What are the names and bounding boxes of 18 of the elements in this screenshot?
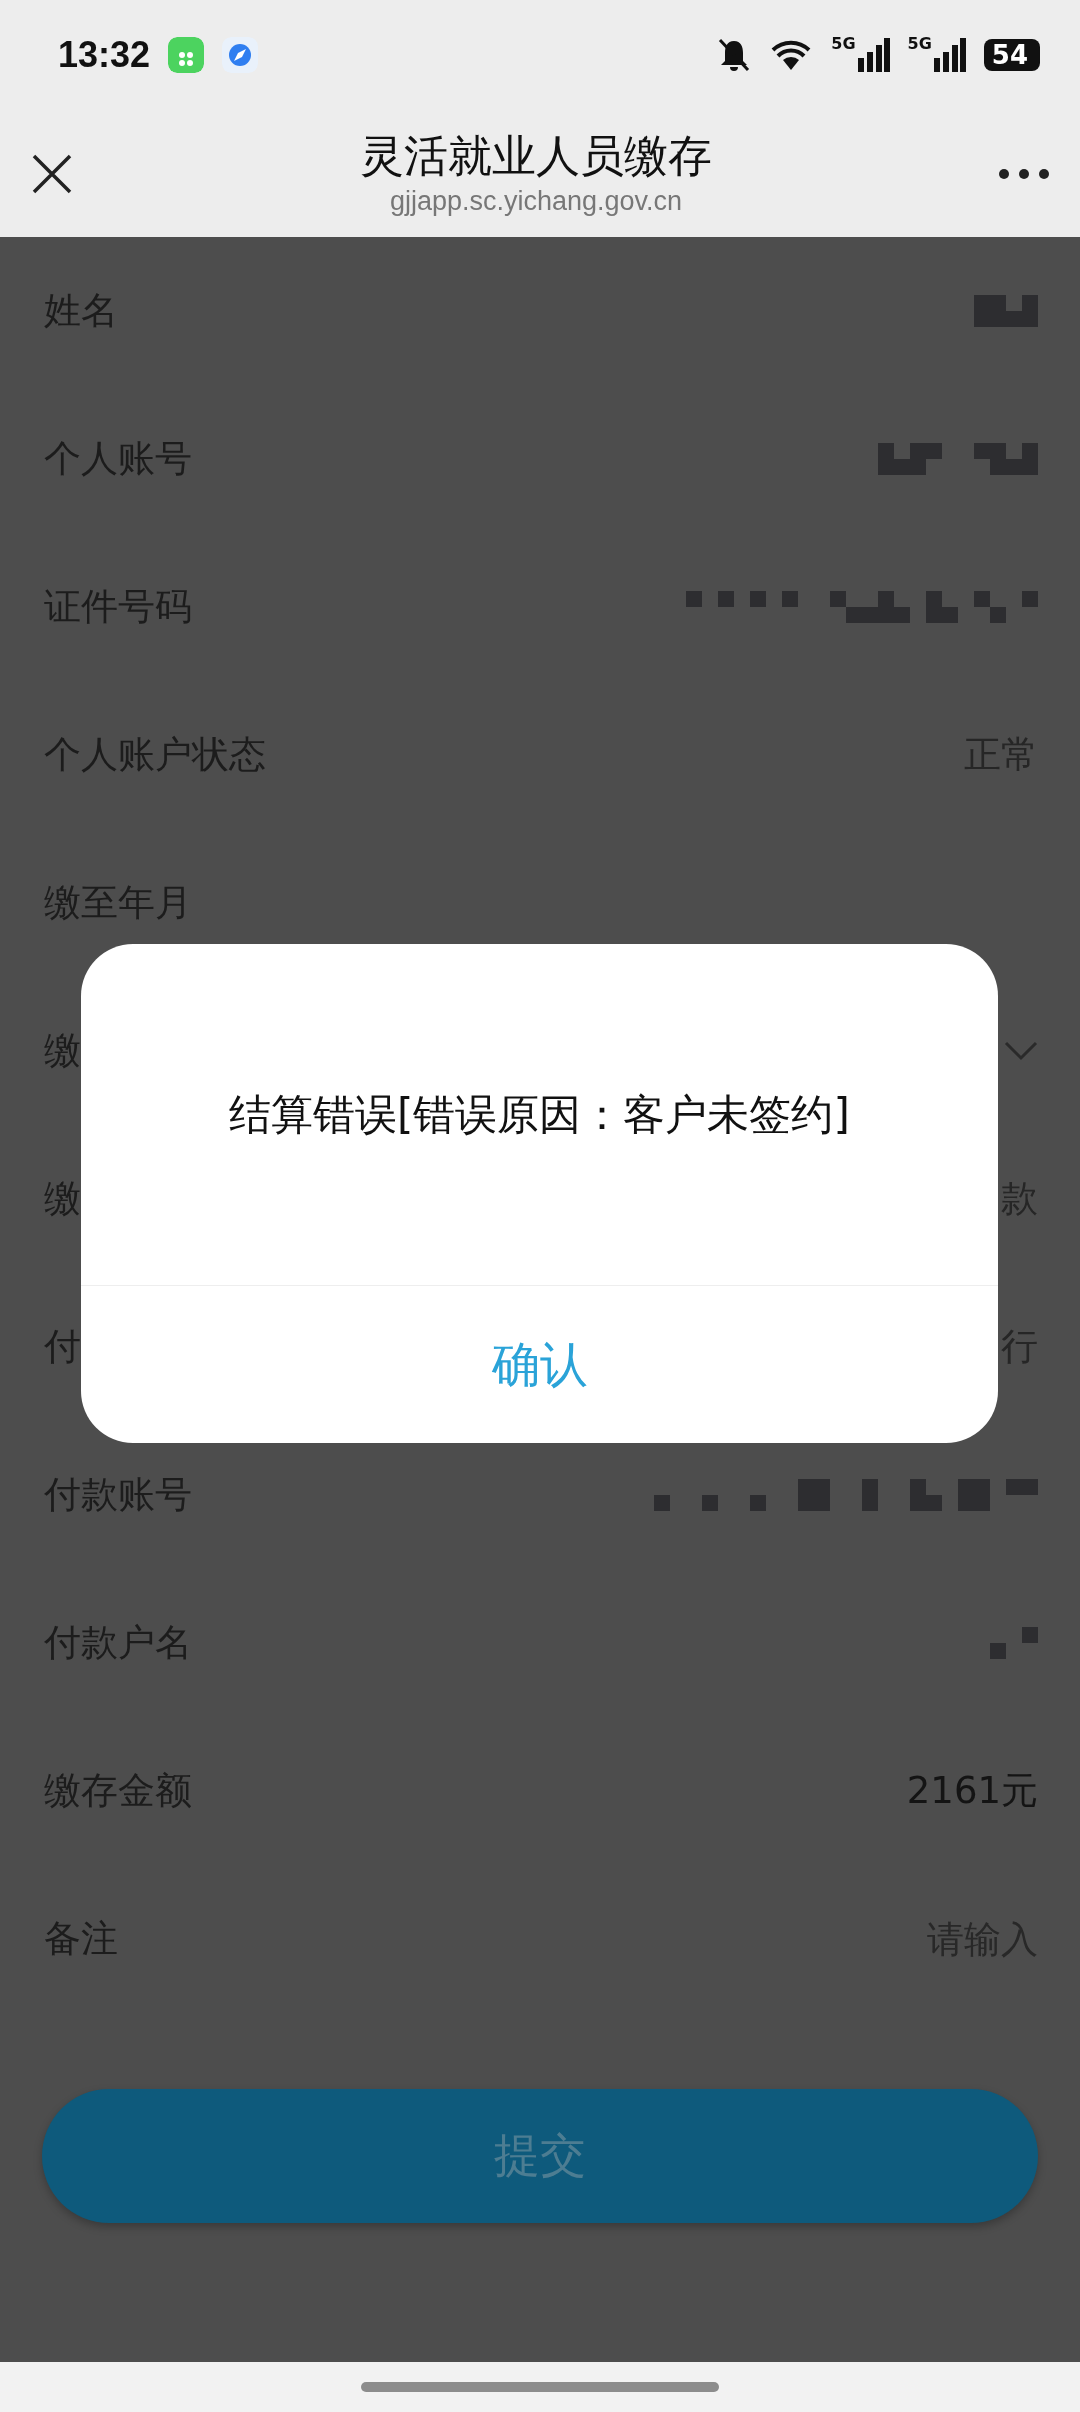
more-icon[interactable] bbox=[998, 167, 1050, 180]
network-type: 5G bbox=[831, 34, 856, 53]
page-url: gjjapp.sc.yichang.gov.cn bbox=[389, 186, 683, 218]
battery-level: 54 bbox=[983, 39, 1040, 71]
submit-button[interactable]: 提交 bbox=[42, 2089, 1038, 2223]
dialog-message: 结算错误[错误原因：客户未签约] bbox=[229, 1088, 850, 1141]
page-title: 灵活就业人员缴存 bbox=[360, 129, 712, 183]
redacted-mosaic bbox=[990, 1627, 1038, 1659]
field-value: 2161元 bbox=[906, 1768, 1038, 1814]
bell-muted-icon bbox=[717, 37, 752, 73]
compass-app-icon bbox=[222, 37, 259, 73]
signal-icon bbox=[933, 38, 966, 72]
app-grid-icon bbox=[168, 37, 205, 73]
network-type: 5G bbox=[907, 34, 932, 53]
signal-icon bbox=[857, 38, 890, 72]
confirm-button[interactable]: 确认 bbox=[81, 1286, 998, 1443]
status-time: 13:32 bbox=[58, 34, 151, 76]
redacted-mosaic bbox=[974, 295, 1038, 327]
